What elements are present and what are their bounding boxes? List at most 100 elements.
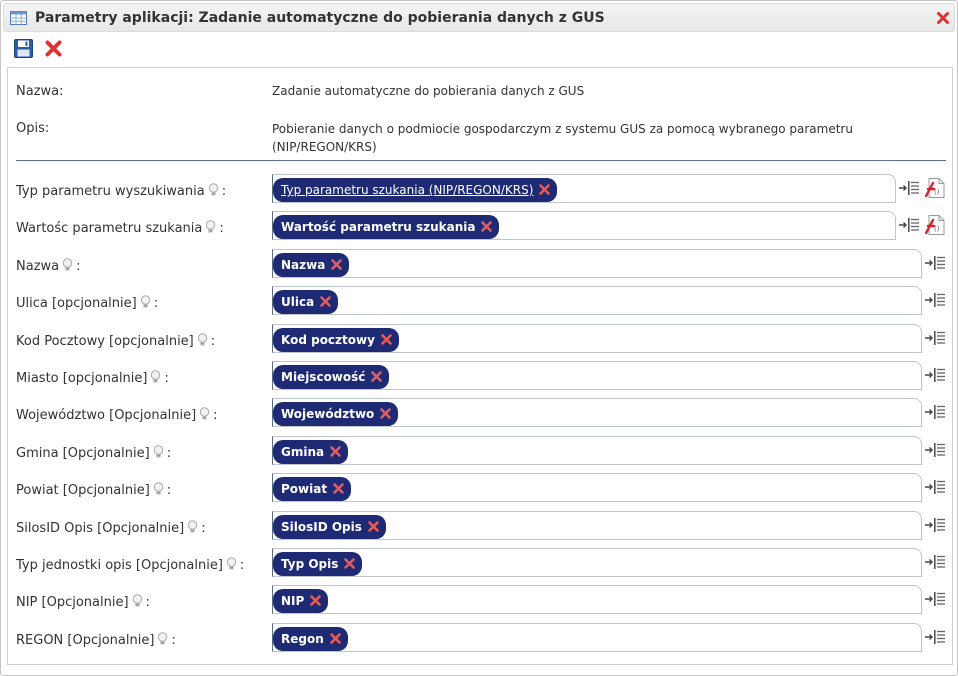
param-chip[interactable]: Regon xyxy=(273,627,348,651)
lightbulb-icon[interactable] xyxy=(205,220,216,234)
param-field[interactable]: SilosID Opis xyxy=(272,511,922,540)
param-chip[interactable]: Miejscowość xyxy=(273,365,390,389)
lightbulb-icon[interactable] xyxy=(199,407,210,421)
label-colon: : xyxy=(164,371,169,386)
param-field[interactable]: Miejscowość xyxy=(272,361,922,390)
param-field[interactable]: Typ Opis xyxy=(272,548,922,577)
param-field[interactable]: Gmina xyxy=(272,436,922,465)
param-chip[interactable]: NIP xyxy=(273,589,329,613)
remove-icon[interactable] xyxy=(329,632,342,645)
param-chip[interactable]: Ulica xyxy=(273,290,339,314)
lightbulb-icon[interactable] xyxy=(62,258,73,272)
lightbulb-icon[interactable] xyxy=(153,482,164,496)
remove-icon[interactable] xyxy=(343,557,356,570)
lightbulb-icon[interactable] xyxy=(150,370,161,384)
map-field-icon[interactable] xyxy=(924,255,946,271)
param-row-2: Nazwa : Nazwa xyxy=(8,249,954,279)
lightbulb-icon[interactable] xyxy=(157,632,168,646)
param-chip[interactable]: Nazwa xyxy=(273,253,350,277)
map-field-icon[interactable] xyxy=(924,367,946,383)
remove-icon[interactable] xyxy=(480,220,493,233)
map-field-icon[interactable] xyxy=(924,479,946,495)
param-field[interactable]: Powiat xyxy=(272,473,922,502)
title-bar[interactable]: Parametry aplikacji: Zadanie automatyczn… xyxy=(3,3,955,32)
map-field-icon[interactable] xyxy=(924,629,946,645)
param-chip[interactable]: SilosID Opis xyxy=(273,515,386,539)
name-label: Nazwa: xyxy=(16,84,64,99)
label-colon: : xyxy=(221,184,227,199)
map-field-icon[interactable] xyxy=(924,591,946,607)
lightbulb-icon[interactable] xyxy=(197,333,208,347)
remove-icon[interactable] xyxy=(538,183,551,196)
chip-text: Województwo xyxy=(281,407,375,421)
remove-icon[interactable] xyxy=(379,407,392,420)
label-colon: : xyxy=(210,334,216,349)
param-chip[interactable]: Kod pocztowy xyxy=(273,328,399,352)
map-field-icon[interactable] xyxy=(924,442,946,458)
param-field[interactable]: Ulica xyxy=(272,286,922,315)
param-row-5: Miasto [opcjonalnie] : Miejscowość xyxy=(8,361,954,391)
param-row-0: Typ parametru wyszukiwania : Typ paramet… xyxy=(8,174,954,204)
label-colon: : xyxy=(166,446,172,461)
param-row-12: REGON [Opcjonalnie] : Regon xyxy=(8,623,954,653)
param-label-text: Typ jednostki opis [Opcjonalnie] xyxy=(16,558,223,573)
map-field-icon[interactable] xyxy=(924,330,946,346)
param-chip[interactable]: Powiat xyxy=(273,477,352,501)
param-chip[interactable]: Typ parametru szukania (NIP/REGON/KRS) xyxy=(273,178,558,202)
map-field-icon[interactable] xyxy=(924,292,946,308)
map-field-icon[interactable] xyxy=(924,554,946,570)
param-label: Powiat [Opcjonalnie] : xyxy=(16,482,171,498)
param-field[interactable]: Nazwa xyxy=(272,249,922,278)
param-field[interactable]: Kod pocztowy xyxy=(272,324,922,353)
param-field[interactable]: Typ parametru szukania (NIP/REGON/KRS) xyxy=(272,174,896,203)
function-icon[interactable]: () xyxy=(925,214,946,236)
remove-icon[interactable] xyxy=(309,594,322,607)
map-field-icon[interactable] xyxy=(924,404,946,420)
param-label: Nazwa : xyxy=(16,258,81,274)
param-field[interactable]: Regon xyxy=(272,623,922,652)
save-icon[interactable] xyxy=(14,39,33,58)
remove-icon[interactable] xyxy=(332,482,345,495)
label-colon: : xyxy=(219,221,224,236)
divider xyxy=(16,160,946,161)
function-icon[interactable]: () xyxy=(925,177,946,199)
map-field-icon[interactable] xyxy=(924,517,946,533)
map-field-icon[interactable] xyxy=(898,180,920,196)
remove-icon[interactable] xyxy=(330,258,343,271)
close-icon[interactable] xyxy=(936,11,950,25)
map-field-icon[interactable] xyxy=(898,217,920,233)
param-chip[interactable]: Typ Opis xyxy=(273,552,363,576)
param-field[interactable]: Województwo xyxy=(272,398,922,427)
remove-icon[interactable] xyxy=(370,370,383,383)
lightbulb-icon[interactable] xyxy=(140,295,151,309)
param-chip[interactable]: Wartość parametru szukania xyxy=(273,215,500,239)
chip-text: Typ Opis xyxy=(281,557,339,571)
lightbulb-icon[interactable] xyxy=(187,520,198,534)
param-label: Miasto [opcjonalnie] : xyxy=(16,370,169,386)
param-chip[interactable]: Województwo xyxy=(273,402,399,426)
param-label: Typ jednostki opis [Opcjonalnie] : xyxy=(16,557,244,573)
lightbulb-icon[interactable] xyxy=(208,183,219,197)
remove-icon[interactable] xyxy=(380,333,393,346)
param-label-text: REGON [Opcjonalnie] xyxy=(16,633,155,648)
param-field[interactable]: Wartość parametru szukania xyxy=(272,211,896,240)
param-chip[interactable]: Gmina xyxy=(273,440,349,464)
param-label-text: Wartośc parametru szukania xyxy=(16,221,203,236)
remove-icon[interactable] xyxy=(329,445,342,458)
param-label: Wartośc parametru szukania : xyxy=(16,220,224,236)
cancel-icon[interactable] xyxy=(44,39,63,58)
lightbulb-icon[interactable] xyxy=(226,557,237,571)
lightbulb-icon[interactable] xyxy=(132,594,143,608)
param-label-text: Powiat [Opcjonalnie] xyxy=(16,483,150,498)
param-label: NIP [Opcjonalnie] : xyxy=(16,594,150,610)
param-field[interactable]: NIP xyxy=(272,585,922,614)
lightbulb-icon[interactable] xyxy=(153,445,164,459)
param-label-text: SilosID Opis [Opcjonalnie] xyxy=(16,521,185,536)
param-label: SilosID Opis [Opcjonalnie] : xyxy=(16,520,206,536)
remove-icon[interactable] xyxy=(367,520,380,533)
label-colon: : xyxy=(145,595,150,610)
remove-icon[interactable] xyxy=(319,295,332,308)
label-colon: : xyxy=(201,521,206,536)
param-label: Ulica [opcjonalnie] : xyxy=(16,295,158,311)
param-label: Kod Pocztowy [opcjonalnie] : xyxy=(16,333,215,349)
